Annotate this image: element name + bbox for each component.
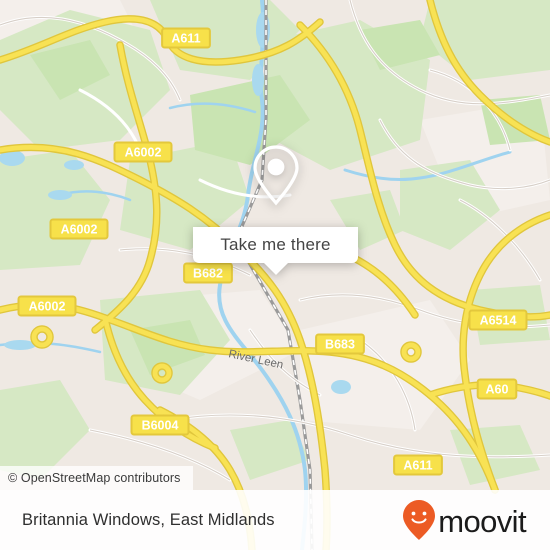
road-shield-label: A6514 — [480, 314, 517, 328]
bottom-bar: Britannia Windows, East Midlands moovit — [0, 490, 550, 550]
road-shield-label: A6002 — [29, 300, 66, 314]
moovit-wordmark: moovit — [438, 503, 526, 539]
map-pin-icon — [252, 144, 299, 205]
moovit-logo[interactable]: moovit — [402, 499, 527, 541]
road-shield-label: B683 — [325, 338, 355, 352]
map-screenshot: River Leen A611 A6002 A6002 A6002 B682 B683 A6… — [0, 0, 550, 550]
popup-header — [193, 122, 358, 227]
road-shield-label: B682 — [193, 267, 223, 281]
road-shield-label: A60 — [486, 383, 509, 397]
osm-attribution[interactable]: © OpenStreetMap contributors — [0, 466, 193, 490]
place-title: Britannia Windows, East Midlands — [22, 510, 275, 529]
road-shield-label: B6004 — [142, 419, 179, 433]
road-shield-label: A6002 — [61, 223, 98, 237]
map-popup-card[interactable]: Take me there — [193, 122, 358, 275]
road-shield-label: A6002 — [125, 146, 162, 160]
road-shield-label: A611 — [403, 459, 432, 473]
popup-pointer — [262, 262, 289, 275]
moovit-pin-icon — [403, 500, 436, 540]
osm-attribution-label: © OpenStreetMap contributors — [8, 471, 181, 485]
popup-action-label: Take me there — [220, 235, 331, 254]
popup-action[interactable]: Take me there — [193, 227, 358, 263]
road-shield-label: A611 — [171, 32, 200, 46]
